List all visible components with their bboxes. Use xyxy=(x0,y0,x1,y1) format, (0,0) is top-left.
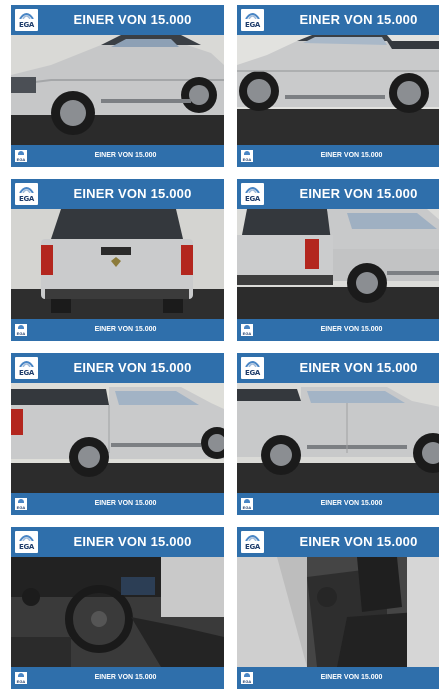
ega-logo-icon: EGA xyxy=(15,183,38,205)
card-banner: EGA EINER VON 15.000 xyxy=(11,527,224,557)
banner-title: EINER VON 15.000 xyxy=(73,12,192,27)
photo-card-1[interactable]: EGA EINER VON 15.000 EGA EINER VON 15.00… xyxy=(11,5,224,167)
card-footer: EGA EINER VON 15.000 xyxy=(237,145,439,167)
card-footer: EGA EINER VON 15.000 xyxy=(11,319,224,341)
card-footer: EGA EINER VON 15.000 xyxy=(11,493,224,515)
footer-title: EINER VON 15.000 xyxy=(94,500,157,507)
logo-text: EGA xyxy=(18,195,35,203)
ega-small-logo-icon: EGA xyxy=(241,672,253,684)
vehicle-photo[interactable] xyxy=(11,209,224,319)
photo-card-5[interactable]: EGA EINER VON 15.000 EGA EINER VON 15.00… xyxy=(11,353,224,515)
vehicle-photo[interactable] xyxy=(237,35,439,145)
ega-logo-icon: EGA xyxy=(241,183,264,205)
footer-title: EINER VON 15.000 xyxy=(320,152,383,159)
vehicle-photo[interactable] xyxy=(11,35,224,145)
vehicle-photo-grid: EGA EINER VON 15.000 EGA EINER VON 15.00… xyxy=(0,0,439,689)
ega-small-logo-icon: EGA xyxy=(15,324,27,336)
ega-small-logo-icon: EGA xyxy=(241,324,253,336)
ega-small-logo-icon: EGA xyxy=(15,150,27,162)
card-banner: EGA EINER VON 15.000 xyxy=(11,353,224,383)
vehicle-photo[interactable] xyxy=(237,209,439,319)
footer-title: EINER VON 15.000 xyxy=(320,674,383,681)
ega-logo-icon: EGA xyxy=(15,357,38,379)
ega-logo-icon: EGA xyxy=(15,531,38,553)
banner-title: EINER VON 15.000 xyxy=(73,534,192,549)
photo-card-6[interactable]: EGA EINER VON 15.000 EGA EINER VON 15.00… xyxy=(237,353,439,515)
footer-title: EINER VON 15.000 xyxy=(94,674,157,681)
photo-card-4[interactable]: EGA EINER VON 15.000 EGA EINER VON 15.00… xyxy=(237,179,439,341)
vehicle-photo[interactable] xyxy=(237,557,439,667)
banner-title: EINER VON 15.000 xyxy=(299,360,418,375)
logo-text: EGA xyxy=(244,21,261,29)
vehicle-photo[interactable] xyxy=(11,383,224,493)
card-banner: EGA EINER VON 15.000 xyxy=(237,5,439,35)
ega-logo-icon: EGA xyxy=(241,357,264,379)
footer-title: EINER VON 15.000 xyxy=(94,152,157,159)
card-footer: EGA EINER VON 15.000 xyxy=(237,493,439,515)
logo-text: EGA xyxy=(244,195,261,203)
banner-title: EINER VON 15.000 xyxy=(73,360,192,375)
logo-text: EGA xyxy=(18,21,35,29)
card-banner: EGA EINER VON 15.000 xyxy=(237,353,439,383)
banner-title: EINER VON 15.000 xyxy=(299,186,418,201)
ega-small-logo-icon: EGA xyxy=(15,672,27,684)
card-footer: EGA EINER VON 15.000 xyxy=(237,319,439,341)
ega-small-logo-icon: EGA xyxy=(15,498,27,510)
photo-card-2[interactable]: EGA EINER VON 15.000 EGA EINER VON 15.00… xyxy=(237,5,439,167)
ega-logo-icon: EGA xyxy=(241,531,264,553)
ega-small-logo-icon: EGA xyxy=(241,498,253,510)
banner-title: EINER VON 15.000 xyxy=(73,186,192,201)
ega-logo-icon: EGA xyxy=(241,9,264,31)
ega-logo-icon: EGA xyxy=(15,9,38,31)
photo-card-3[interactable]: EGA EINER VON 15.000 EGA EINER VON 15.00… xyxy=(11,179,224,341)
vehicle-photo[interactable] xyxy=(237,383,439,493)
logo-text: EGA xyxy=(18,543,35,551)
logo-text: EGA xyxy=(244,369,261,377)
ega-small-logo-icon: EGA xyxy=(241,150,253,162)
banner-title: EINER VON 15.000 xyxy=(299,534,418,549)
footer-title: EINER VON 15.000 xyxy=(94,326,157,333)
card-footer: EGA EINER VON 15.000 xyxy=(237,667,439,689)
footer-title: EINER VON 15.000 xyxy=(320,326,383,333)
vehicle-photo[interactable] xyxy=(11,557,224,667)
card-footer: EGA EINER VON 15.000 xyxy=(11,145,224,167)
card-banner: EGA EINER VON 15.000 xyxy=(237,527,439,557)
photo-card-8[interactable]: EGA EINER VON 15.000 EGA EINER VON 15.00… xyxy=(237,527,439,689)
card-banner: EGA EINER VON 15.000 xyxy=(237,179,439,209)
card-banner: EGA EINER VON 15.000 xyxy=(11,5,224,35)
photo-card-7[interactable]: EGA EINER VON 15.000 EGA EINER VON 15.00… xyxy=(11,527,224,689)
card-footer: EGA EINER VON 15.000 xyxy=(11,667,224,689)
banner-title: EINER VON 15.000 xyxy=(299,12,418,27)
logo-text: EGA xyxy=(18,369,35,377)
footer-title: EINER VON 15.000 xyxy=(320,500,383,507)
logo-text: EGA xyxy=(244,543,261,551)
card-banner: EGA EINER VON 15.000 xyxy=(11,179,224,209)
